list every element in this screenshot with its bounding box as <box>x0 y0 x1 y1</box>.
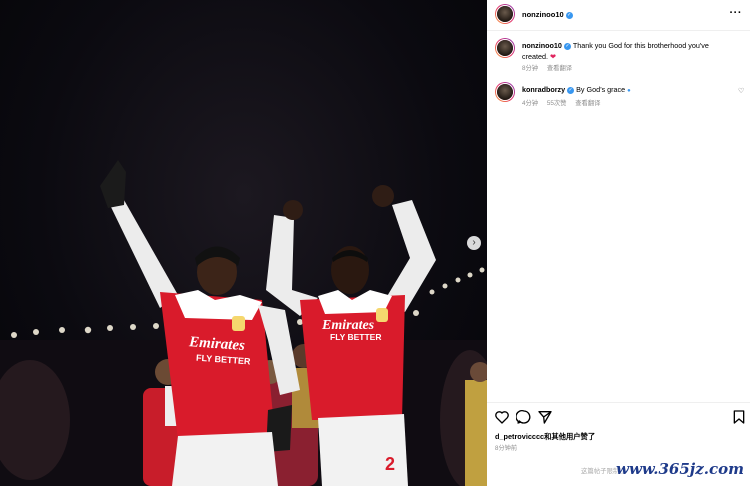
chevron-right-icon: › <box>472 237 476 248</box>
comment-translate-link[interactable]: 查看翻译 <box>575 100 600 107</box>
caption-avatar[interactable] <box>495 38 515 58</box>
action-bar <box>487 402 750 431</box>
shorts-number: 2 <box>385 454 395 474</box>
comment-text: konradborzy ✓ By God’s grace ● <box>522 84 722 97</box>
verified-icon: ✓ <box>563 42 571 50</box>
comment-meta: 4分钟 55次赞 查看翻译 <box>522 98 607 107</box>
author-username[interactable]: nonzinoo10 ✓ <box>522 10 573 19</box>
liked-by-suffix[interactable]: 和其他用户赞了 <box>544 432 595 441</box>
sponsor-text-right-2: FLY BETTER <box>330 332 381 342</box>
comment-avatar[interactable] <box>495 82 515 102</box>
comment-like-heart-icon[interactable]: ♡ <box>738 87 744 95</box>
globe-emoji-icon: ● <box>627 88 631 94</box>
author-avatar[interactable] <box>495 4 515 24</box>
post-photo[interactable]: Emirates FLY BETTER Emirates FLY BETTER … <box>0 0 487 486</box>
comment-username[interactable]: konradborzy <box>522 85 565 94</box>
heart-emoji: ❤ <box>549 52 557 61</box>
sponsor-text-right-1: Emirates <box>321 318 375 333</box>
comment-time[interactable]: 4分钟 <box>522 100 538 107</box>
heart-icon[interactable] <box>494 409 510 425</box>
photo-illustration: Emirates FLY BETTER Emirates FLY BETTER … <box>0 160 487 486</box>
more-icon[interactable]: ··· <box>730 7 743 19</box>
caption-text: nonzinoo10 ✓ Thank you God for this broth… <box>522 40 722 62</box>
liked-by-line: d_petrovicccc和其他用户赞了 <box>495 432 595 442</box>
share-icon[interactable] <box>537 409 553 425</box>
comment-likes[interactable]: 55次赞 <box>547 100 567 107</box>
verified-icon: ✓ <box>567 86 575 94</box>
post-time[interactable]: 8分钟前 <box>495 443 517 452</box>
liked-by-user[interactable]: d_petrovicccc <box>495 432 544 441</box>
caption-meta: 8分钟 查看翻译 <box>522 63 579 72</box>
comment-icon[interactable] <box>516 409 532 425</box>
bookmark-icon[interactable] <box>731 409 747 425</box>
author-username-text[interactable]: nonzinoo10 <box>522 10 564 19</box>
caption-translate-link[interactable]: 查看翻译 <box>547 65 572 72</box>
caption-username[interactable]: nonzinoo10 <box>522 41 562 50</box>
comment-body: By God’s grace <box>576 85 626 94</box>
carousel-next-button[interactable]: › <box>467 236 481 250</box>
caption-time[interactable]: 8分钟 <box>522 65 538 72</box>
verified-icon: ✓ <box>565 11 573 19</box>
site-watermark: www.365jz.com <box>616 460 744 478</box>
post-side-panel: nonzinoo10 ✓ ··· nonzinoo10 ✓ Thank you Go… <box>487 0 750 486</box>
post-header: nonzinoo10 ✓ ··· <box>487 0 750 31</box>
